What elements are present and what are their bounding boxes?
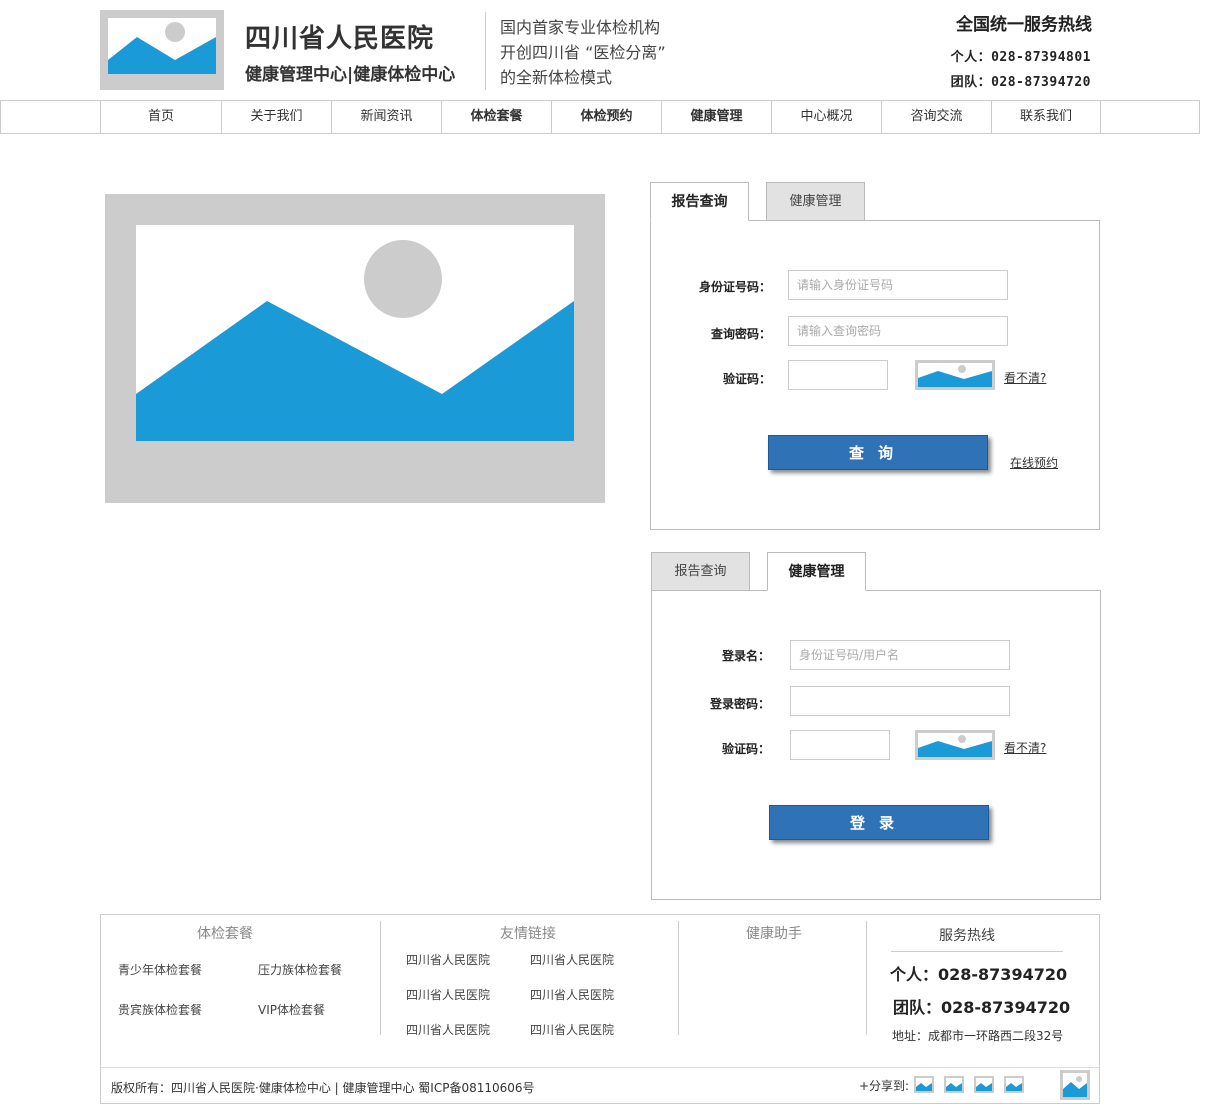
- login-password-input[interactable]: [790, 686, 1010, 716]
- header-divider: [485, 12, 486, 90]
- tab-health-management[interactable]: 健康管理: [766, 182, 865, 221]
- footer-divider: [678, 921, 679, 1035]
- service-title: 服务热线: [939, 928, 995, 944]
- slogan-line-3: 的全新体检模式: [500, 68, 613, 87]
- package-link[interactable]: 青少年体检套餐: [118, 961, 202, 978]
- id-number-label: 身份证号码：: [698, 280, 771, 294]
- login-name-label: 登录名：: [721, 649, 770, 663]
- footer-divider: [380, 921, 381, 1035]
- captcha-input[interactable]: [790, 730, 890, 760]
- footer-divider: [866, 921, 867, 1035]
- report-query-panel: 身份证号码： 查询密码： 验证码： 看不清? 查询 在线预约: [650, 220, 1100, 530]
- health-management-panel: 登录名： 登录密码： 验证码： 看不清? 登录: [651, 590, 1101, 900]
- hotline-title: 全国统一服务热线: [956, 15, 1092, 35]
- nav-news[interactable]: 新闻资讯: [331, 101, 441, 133]
- nav-about[interactable]: 关于我们: [221, 101, 331, 133]
- image-placeholder-icon: [1006, 1078, 1022, 1091]
- hotline-team: 团队：028-87394720: [950, 75, 1091, 90]
- packages-title: 体检套餐: [197, 926, 253, 942]
- captcha-label: 验证码：: [722, 372, 771, 386]
- image-placeholder-icon: [918, 733, 992, 757]
- package-link[interactable]: VIP体检套餐: [258, 1001, 325, 1018]
- nav-packages[interactable]: 体检套餐: [441, 101, 551, 133]
- address: 地址：成都市一环路西二段32号: [892, 1029, 1064, 1043]
- image-placeholder-icon: [916, 1078, 932, 1091]
- friend-link[interactable]: 四川省人民医院: [406, 986, 490, 1003]
- nav-consult[interactable]: 咨询交流: [881, 101, 991, 133]
- friend-link[interactable]: 四川省人民医院: [406, 951, 490, 968]
- query-button[interactable]: 查询: [768, 435, 988, 470]
- image-placeholder-icon: [1063, 1073, 1087, 1097]
- online-booking-link[interactable]: 在线预约: [1010, 454, 1058, 471]
- friend-link[interactable]: 四川省人民医院: [530, 951, 614, 968]
- nav-home[interactable]: 首页: [100, 101, 221, 133]
- captcha-label: 验证码：: [721, 742, 770, 756]
- image-placeholder-icon: [918, 363, 992, 387]
- captcha-input[interactable]: [788, 360, 888, 390]
- service-team: 团队：028-87394720: [893, 998, 1071, 1017]
- query-password-label: 查询密码：: [710, 327, 771, 341]
- tab-health-management[interactable]: 健康管理: [767, 552, 866, 591]
- login-password-label: 登录密码：: [709, 697, 770, 711]
- site-title: 四川省人民医院: [245, 24, 435, 54]
- captcha-image[interactable]: [915, 730, 995, 760]
- image-placeholder-icon: [976, 1078, 992, 1091]
- main-nav: 首页 关于我们 新闻资讯 体检套餐 体检预约 健康管理 中心概况 咨询交流 联系…: [0, 100, 1200, 134]
- site-subtitle: 健康管理中心|健康体检中心: [245, 65, 456, 85]
- tab-report-query[interactable]: 报告查询: [651, 552, 750, 591]
- login-name-input[interactable]: [790, 640, 1010, 670]
- friend-link[interactable]: 四川省人民医院: [530, 986, 614, 1003]
- footer-separator: [101, 1067, 1099, 1068]
- package-link[interactable]: 压力族体检套餐: [258, 961, 342, 978]
- service-divider: [891, 951, 1063, 952]
- assistant-title: 健康助手: [746, 926, 802, 942]
- share-label: +分享到:: [859, 1079, 910, 1093]
- links-title: 友情链接: [500, 926, 556, 942]
- captcha-refresh-link[interactable]: 看不清?: [1004, 369, 1046, 386]
- hotline-personal: 个人：028-87394801: [950, 50, 1091, 65]
- query-password-input[interactable]: [788, 316, 1008, 346]
- image-placeholder-icon: [136, 225, 574, 441]
- share-more-icon[interactable]: [1060, 1070, 1090, 1100]
- nav-overview[interactable]: 中心概况: [771, 101, 881, 133]
- service-personal: 个人：028-87394720: [890, 965, 1068, 984]
- nav-health-management[interactable]: 健康管理: [661, 101, 771, 133]
- share-icon[interactable]: [974, 1076, 994, 1093]
- share-icon[interactable]: [944, 1076, 964, 1093]
- footer: 体检套餐 青少年体检套餐 压力族体检套餐 贵宾族体检套餐 VIP体检套餐 友情链…: [100, 914, 1100, 1104]
- share-icon[interactable]: [1004, 1076, 1024, 1093]
- package-link[interactable]: 贵宾族体检套餐: [118, 1001, 202, 1018]
- slogan-line-2: 开创四川省 “医检分离”: [500, 43, 666, 62]
- image-placeholder-icon: [946, 1078, 962, 1091]
- captcha-image[interactable]: [915, 360, 995, 390]
- id-number-input[interactable]: [788, 270, 1008, 300]
- friend-link[interactable]: 四川省人民医院: [530, 1021, 614, 1038]
- friend-link[interactable]: 四川省人民医院: [406, 1021, 490, 1038]
- slogan-line-1: 国内首家专业体检机构: [500, 18, 661, 37]
- tab-report-query[interactable]: 报告查询: [650, 182, 749, 221]
- captcha-refresh-link[interactable]: 看不清?: [1004, 739, 1046, 756]
- nav-booking[interactable]: 体检预约: [551, 101, 661, 133]
- banner-image[interactable]: [105, 194, 605, 503]
- copyright: 版权所有：四川省人民医院·健康体检中心 | 健康管理中心 蜀ICP备081106…: [111, 1081, 535, 1095]
- logo[interactable]: [100, 10, 224, 90]
- share-icon[interactable]: [914, 1076, 934, 1093]
- login-button[interactable]: 登录: [769, 805, 989, 840]
- image-placeholder-icon: [108, 18, 216, 74]
- nav-contact[interactable]: 联系我们: [991, 101, 1101, 133]
